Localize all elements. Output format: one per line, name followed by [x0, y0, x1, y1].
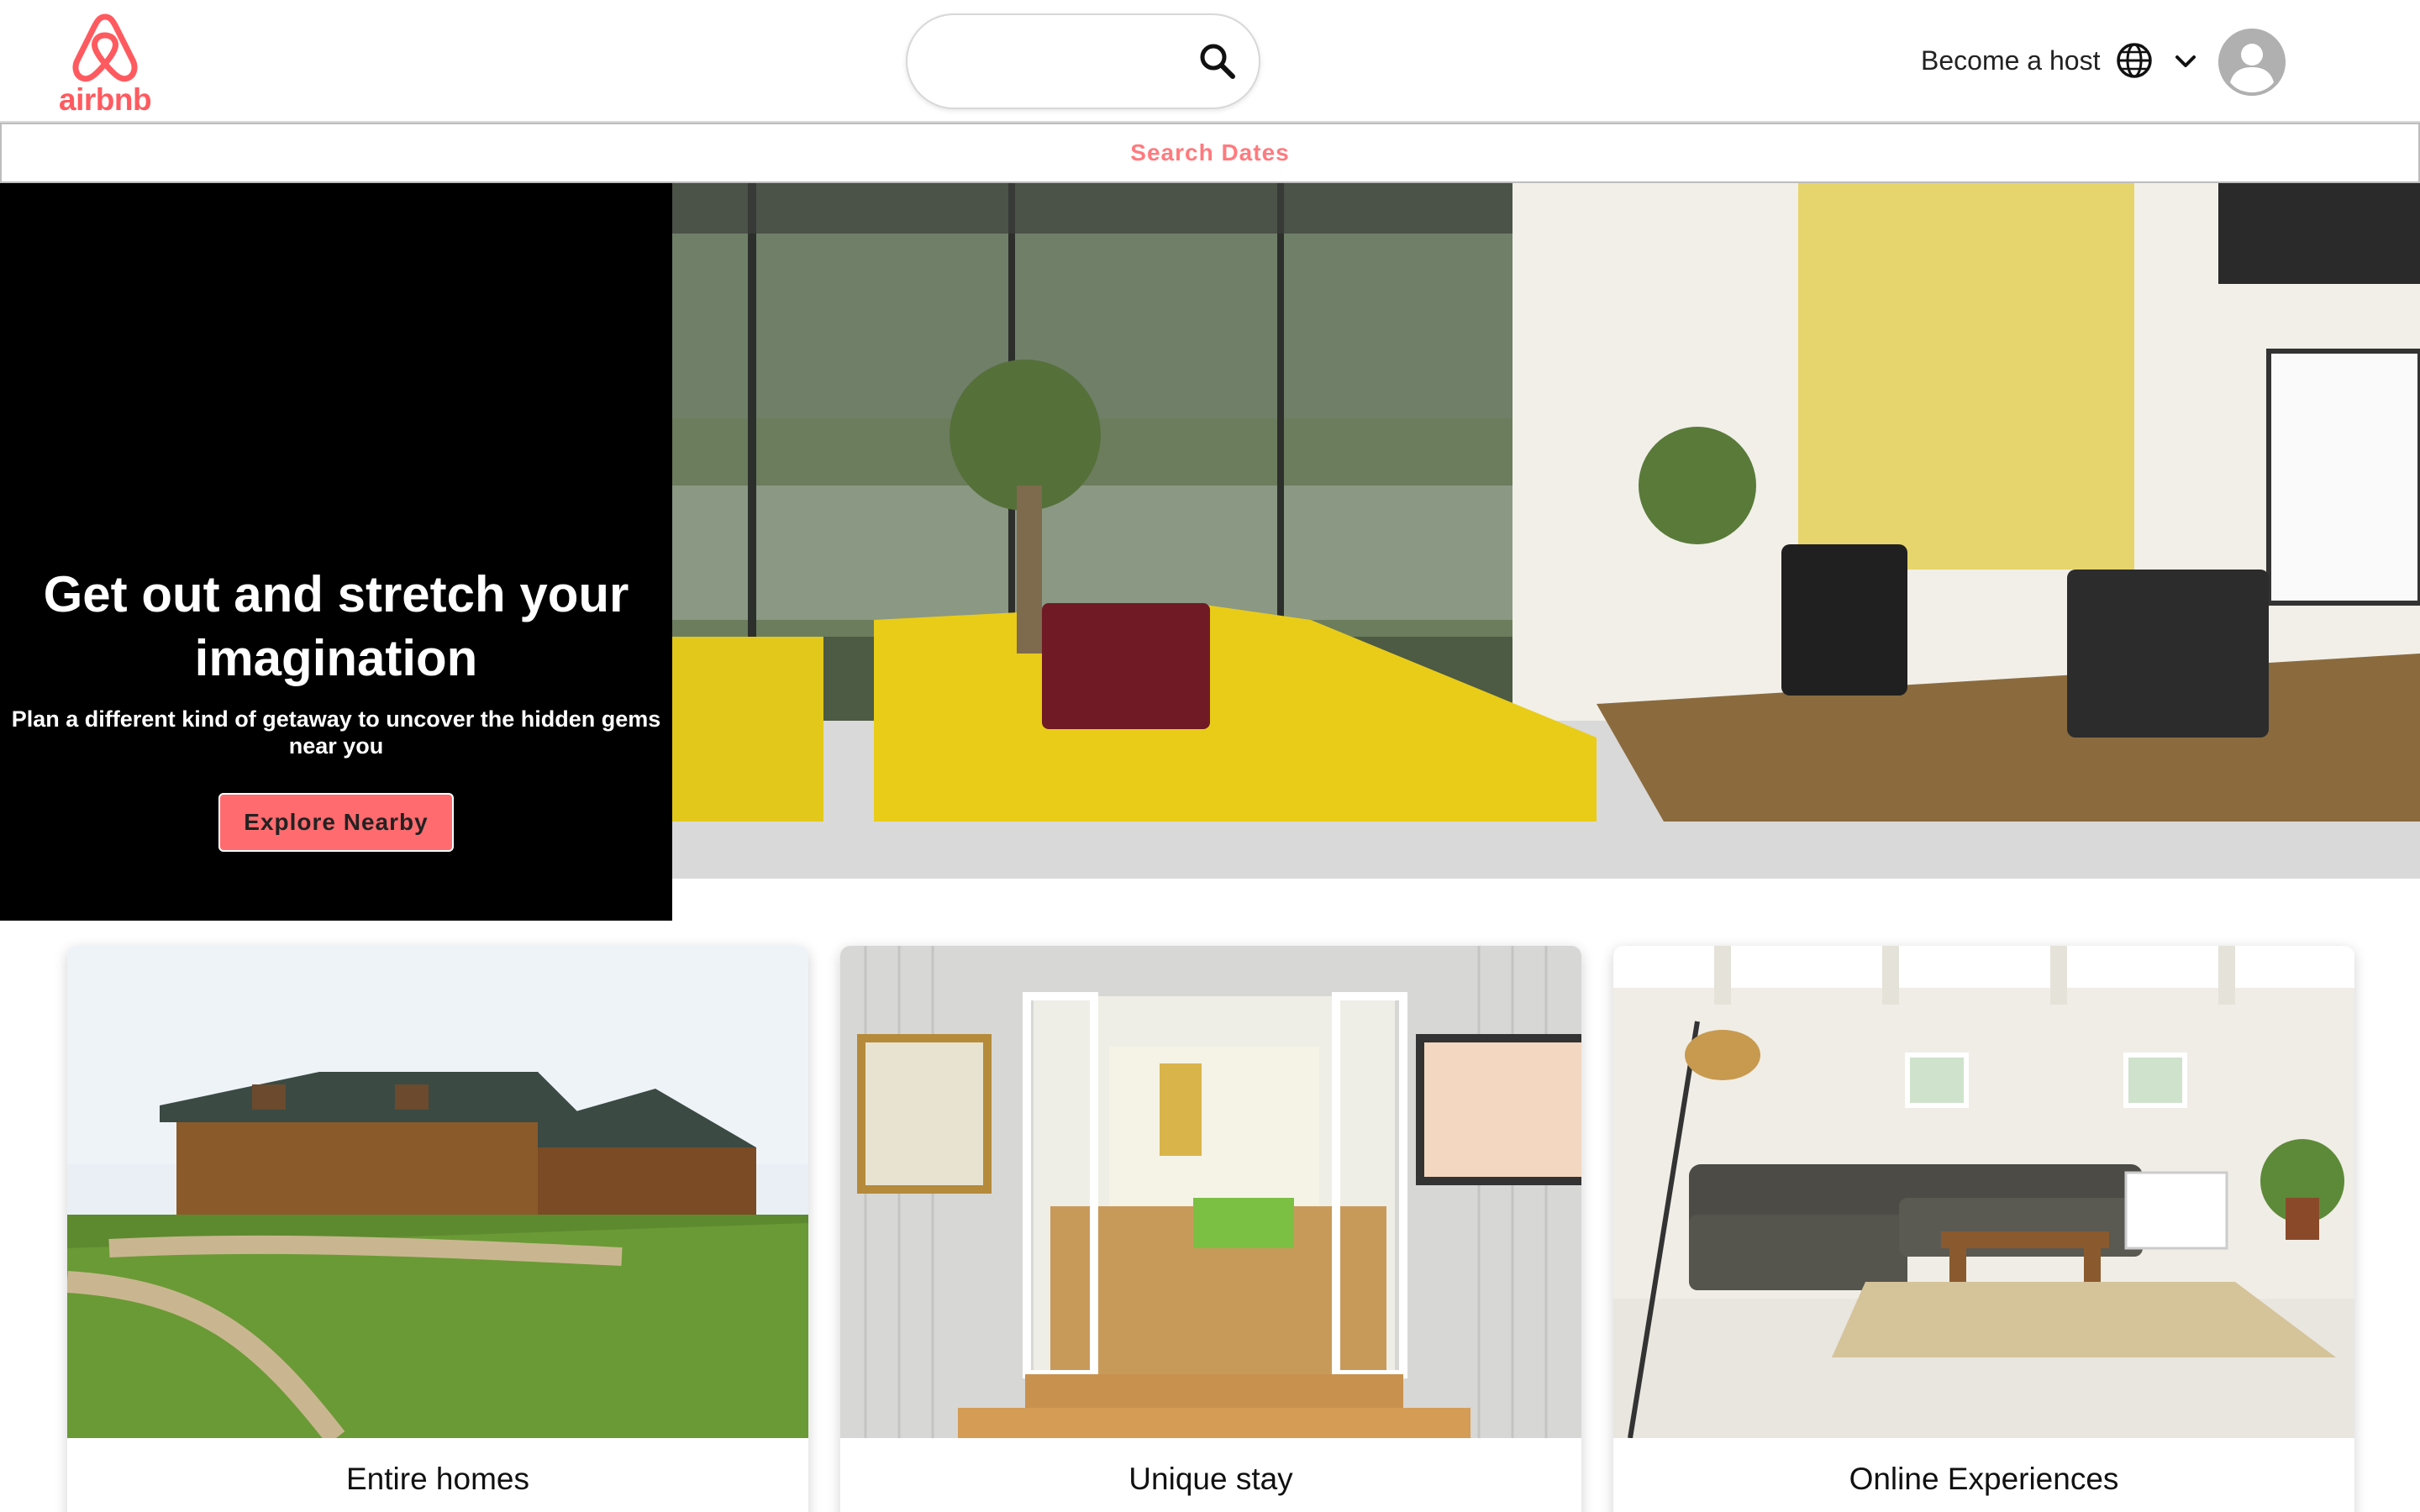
log-home-photo — [67, 946, 808, 1438]
globe-icon — [2117, 43, 2152, 78]
search-dates-label[interactable]: Search Dates — [1130, 139, 1289, 166]
category-label: Entire homes — [346, 1462, 529, 1496]
category-card-online-experiences[interactable]: Online Experiences — [1613, 946, 2354, 1512]
logo-wordmark: airbnb — [59, 82, 152, 117]
entire-homes-image — [67, 946, 808, 1438]
explore-nearby-button[interactable]: Explore Nearby — [218, 793, 454, 852]
hero-title: Get out and stretch your imagination — [43, 566, 629, 686]
chevron-down-icon — [2175, 55, 2196, 67]
language-button[interactable] — [2116, 42, 2153, 79]
hero-image — [672, 183, 2420, 879]
unique-stay-image — [840, 946, 1581, 1438]
online-experiences-image — [1613, 946, 2354, 1438]
search-icon — [1200, 44, 1235, 79]
airbnb-logo[interactable]: airbnb — [59, 12, 152, 117]
living-room-card-photo — [1613, 946, 2354, 1438]
user-avatar-icon — [2218, 29, 2286, 96]
category-label: Online Experiences — [1849, 1462, 2119, 1496]
living-room-photo — [672, 183, 2420, 879]
search-input[interactable] — [941, 39, 1193, 86]
search-dates-bar[interactable]: Search Dates — [0, 123, 2420, 183]
doorway-photo — [840, 946, 1581, 1438]
search-button[interactable] — [1197, 40, 1239, 82]
menu-dropdown-button[interactable] — [2173, 49, 2198, 74]
top-nav: airbnb Become a host — [0, 0, 2420, 123]
airbnb-logo-icon — [72, 13, 138, 82]
category-card-entire-homes[interactable]: Entire homes — [67, 946, 808, 1512]
user-avatar[interactable] — [2218, 29, 2286, 96]
category-label: Unique stay — [1128, 1462, 1293, 1496]
category-card-unique-stay[interactable]: Unique stay — [840, 946, 1581, 1512]
become-a-host-link[interactable]: Become a host — [1921, 45, 2100, 76]
hero-subtitle: Plan a different kind of getaway to unco… — [11, 706, 661, 759]
hero-panel: Get out and stretch your imagination Pla… — [0, 183, 672, 921]
